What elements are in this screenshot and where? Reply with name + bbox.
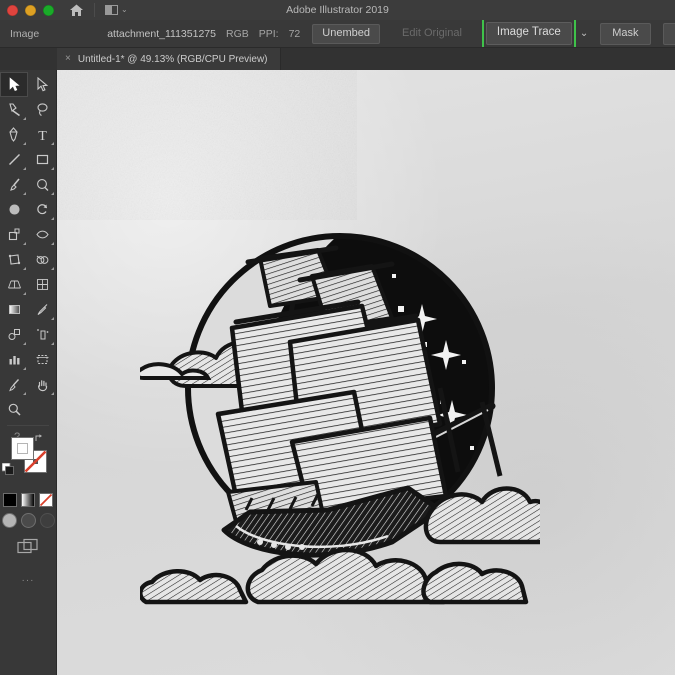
free-transform-tool[interactable]	[0, 247, 28, 272]
document-tab-title: Untitled-1* @ 49.13% (RGB/CPU Preview)	[78, 54, 268, 65]
fill-stroke-controls: ?	[0, 429, 57, 491]
perspective-grid-tool[interactable]	[0, 272, 28, 297]
slice-tool[interactable]	[0, 372, 28, 397]
arrange-documents-icon[interactable]: ⌄	[105, 5, 128, 15]
mesh-tool[interactable]	[28, 272, 56, 297]
draw-behind-button[interactable]	[21, 513, 36, 528]
tool-empty-slot	[28, 397, 56, 422]
image-trace-group: Image Trace	[486, 22, 572, 45]
column-graph-tool[interactable]	[0, 347, 28, 372]
color-swatch[interactable]	[3, 493, 17, 507]
paintbrush-tool[interactable]	[0, 172, 28, 197]
line-segment-tool[interactable]	[0, 147, 28, 172]
tools-panel: T	[0, 70, 57, 675]
image-trace-preset-chevron-down-icon[interactable]: ⌄	[580, 28, 588, 39]
mask-button[interactable]: Mask	[600, 23, 650, 45]
symbol-sprayer-tool[interactable]	[28, 322, 56, 347]
direct-selection-tool[interactable]	[28, 72, 56, 97]
sailing-ship-artwork[interactable]	[140, 210, 540, 610]
toolbar-overflow-button[interactable]: ···	[0, 575, 56, 586]
blob-brush-tool[interactable]	[0, 197, 28, 222]
pen-tool[interactable]	[0, 122, 28, 147]
toolbar-divider	[94, 3, 95, 17]
tools-divider	[7, 425, 49, 426]
tool-grid: T	[0, 72, 56, 422]
gradient-swatch[interactable]	[21, 493, 35, 507]
home-icon[interactable]	[68, 2, 84, 18]
selection-tool[interactable]	[0, 72, 28, 97]
maximize-window-button[interactable]	[43, 5, 54, 16]
magic-wand-tool[interactable]	[0, 97, 28, 122]
crop-image-button[interactable]: Crop Image	[663, 23, 675, 45]
unembed-button[interactable]: Unembed	[312, 24, 380, 44]
default-fill-stroke-icon[interactable]	[2, 462, 14, 474]
paper-grain-texture	[57, 70, 357, 220]
gradient-tool[interactable]	[0, 297, 28, 322]
svg-text:T: T	[38, 129, 47, 142]
shape-builder-tool[interactable]	[28, 247, 56, 272]
none-swatch[interactable]	[39, 493, 53, 507]
scale-tool[interactable]	[0, 222, 28, 247]
draw-inside-button[interactable]	[40, 513, 55, 528]
linked-file-name: attachment_111351275	[107, 28, 216, 40]
chevron-down-icon: ⌄	[121, 6, 128, 14]
screen-mode-row	[0, 538, 56, 559]
artboard-canvas[interactable]	[57, 70, 675, 675]
document-tab[interactable]: × Untitled-1* @ 49.13% (RGB/CPU Preview)	[57, 48, 281, 70]
change-screen-mode-icon[interactable]	[17, 538, 39, 559]
swap-fill-stroke-icon[interactable]	[34, 431, 45, 442]
minimize-window-button[interactable]	[25, 5, 36, 16]
illustrator-window: ⌄ Adobe Illustrator 2019 Image attachmen…	[0, 0, 675, 675]
close-icon[interactable]: ×	[65, 54, 71, 64]
fill-swatch[interactable]	[11, 437, 34, 460]
image-trace-button[interactable]: Image Trace	[486, 22, 572, 45]
window-controls	[7, 5, 54, 16]
drawing-modes	[0, 513, 56, 528]
document-tab-bar: × Untitled-1* @ 49.13% (RGB/CPU Preview)	[0, 48, 675, 70]
zoom-tool[interactable]	[0, 397, 28, 422]
type-tool[interactable]: T	[28, 122, 56, 147]
shaper-tool[interactable]	[28, 172, 56, 197]
title-bar: ⌄ Adobe Illustrator 2019	[0, 0, 675, 20]
width-tool[interactable]	[28, 222, 56, 247]
control-bar: Image attachment_111351275 RGB PPI: 72 U…	[0, 20, 675, 48]
rotate-tool[interactable]	[28, 197, 56, 222]
cloud-bottom	[140, 550, 526, 602]
color-mode-swatches	[0, 493, 56, 507]
lasso-tool[interactable]	[28, 97, 56, 122]
ship-engraving-illustration	[140, 210, 540, 610]
close-window-button[interactable]	[7, 5, 18, 16]
blend-tool[interactable]	[0, 322, 28, 347]
rectangle-tool[interactable]	[28, 147, 56, 172]
color-mode-label: RGB	[226, 28, 249, 40]
edit-original-button: Edit Original	[392, 24, 472, 44]
artboard-tool[interactable]	[28, 347, 56, 372]
eyedropper-tool[interactable]	[28, 297, 56, 322]
draw-normal-button[interactable]	[2, 513, 17, 528]
object-type-label: Image	[10, 28, 39, 40]
ppi-label: PPI:	[259, 28, 279, 40]
app-title: Adobe Illustrator 2019	[0, 0, 675, 20]
hand-tool[interactable]	[28, 372, 56, 397]
ppi-value: 72	[289, 28, 301, 40]
